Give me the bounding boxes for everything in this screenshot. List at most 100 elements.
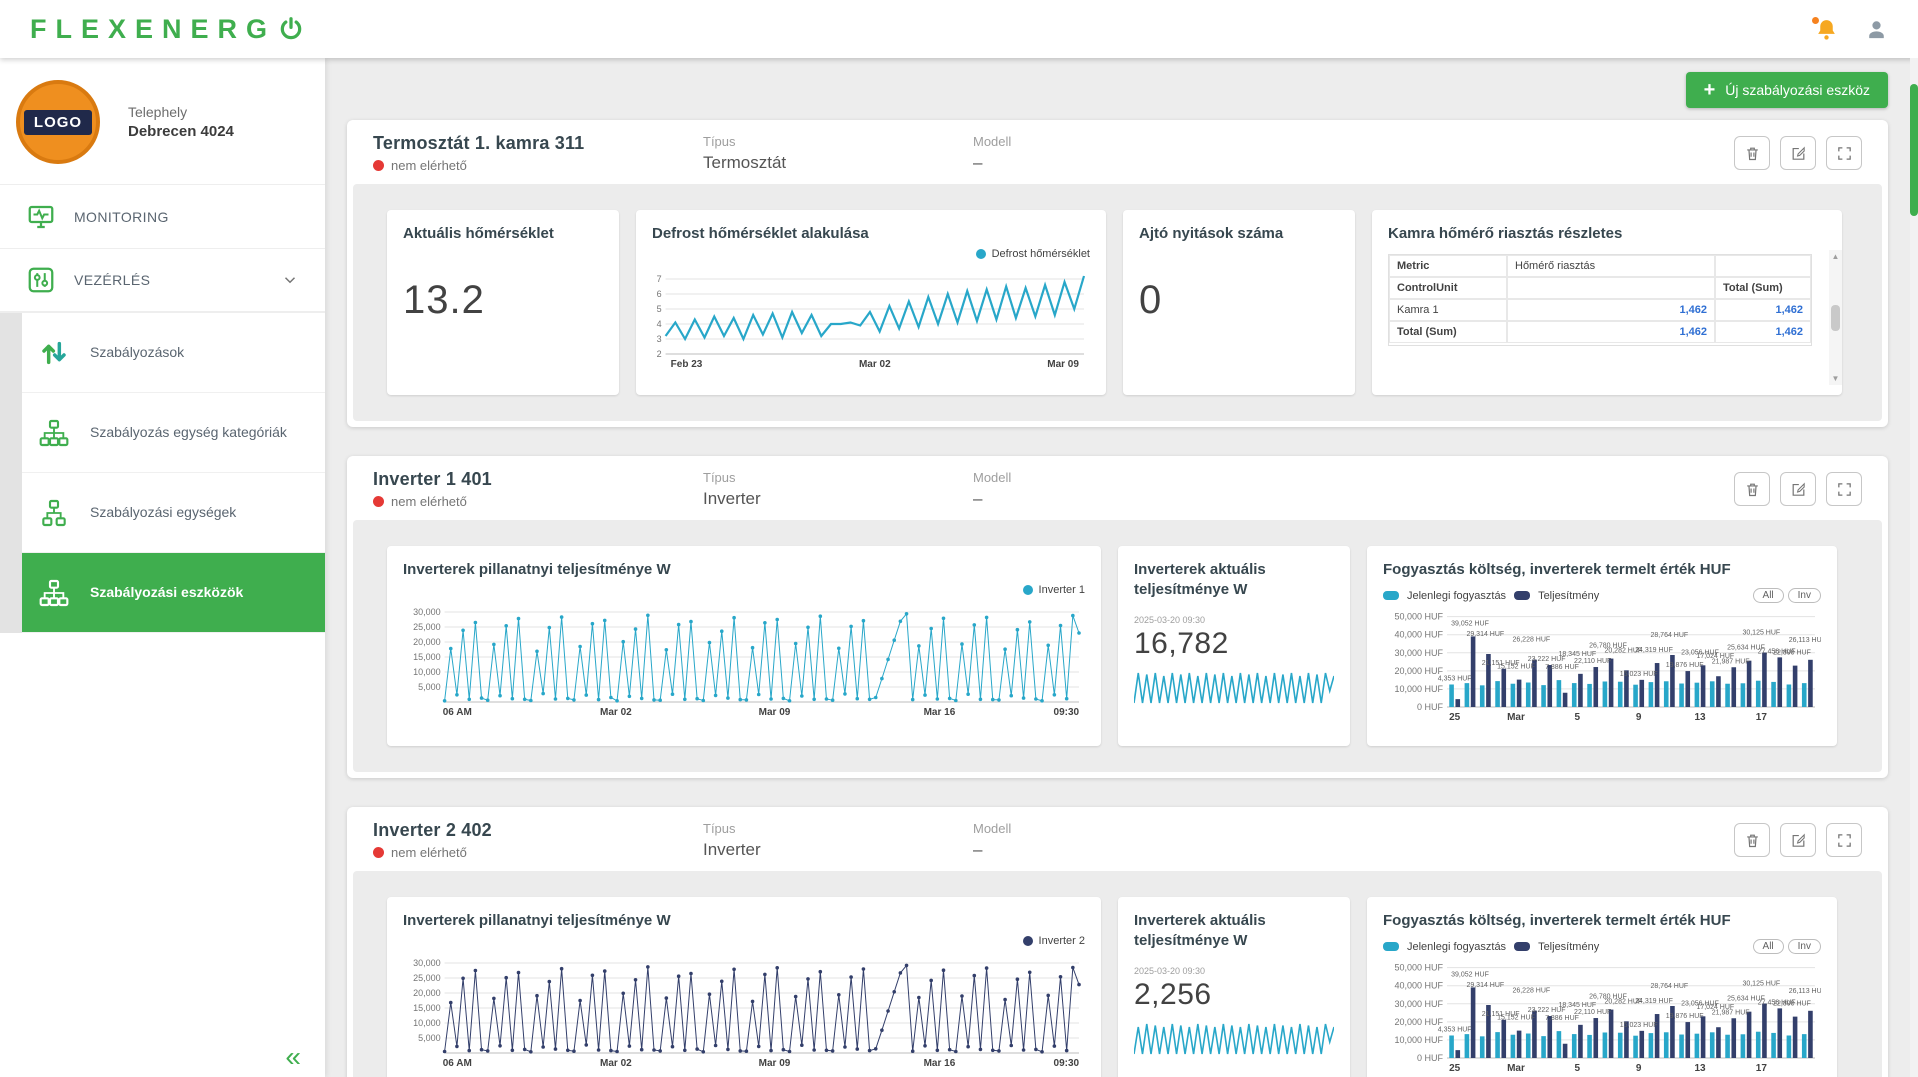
notifications-icon[interactable] [1814,17,1839,42]
svg-text:19,876 HUF: 19,876 HUF [1666,1013,1704,1020]
svg-text:17: 17 [1756,1063,1768,1074]
svg-text:10,000: 10,000 [413,667,441,677]
svg-text:50,000 HUF: 50,000 HUF [1394,963,1443,973]
svg-text:26,113 HUF: 26,113 HUF [1789,988,1821,995]
status-text: nem elérhető [391,158,467,173]
device-card-inverter-2: Inverter 2 402 nem elérhető Típus Invert… [347,807,1888,1077]
user-icon[interactable] [1865,18,1888,41]
table-scrollbar[interactable]: ▲ ▼ [1829,250,1842,385]
status-dot-offline [373,847,384,858]
svg-text:30,000: 30,000 [413,607,441,617]
panel-title: Inverterek pillanatnyi teljesítménye W [403,560,1085,580]
chevron-down-icon [281,271,299,289]
panel-title: Defrost hőmérséklet alakulása [652,224,1090,244]
filter-inv-button[interactable]: Inv [1788,939,1821,954]
type-value: Inverter [703,840,973,860]
svg-text:7,886 HUF: 7,886 HUF [1545,664,1579,671]
panel-title: Fogyasztás költség, inverterek termelt é… [1383,560,1821,580]
svg-text:06 AM: 06 AM [443,707,472,718]
pencil-icon [1790,481,1807,498]
svg-text:Mar: Mar [1507,712,1525,723]
status-dot-offline [373,160,384,171]
table-cell[interactable]: 1,462 [1715,299,1811,321]
panel-title: Aktuális hőmérséklet [403,224,603,244]
legend-swatch [1514,942,1530,951]
sidebar-item-vezerles[interactable]: VEZÉRLÉS [0,248,325,312]
power-sparkline [1134,669,1334,705]
temperature-value: 13.2 [403,278,603,323]
svg-text:15,023 HUF: 15,023 HUF [1620,1022,1658,1029]
sidebar-item-label: Szabályozási egységek [90,504,236,522]
device-card-termosztat: Termosztát 1. kamra 311 nem elérhető Típ… [347,120,1888,427]
delete-button[interactable] [1734,136,1770,170]
pencil-icon [1790,832,1807,849]
scroll-up-icon[interactable]: ▲ [1832,252,1840,261]
panel-current-power: Inverterek aktuális teljesítménye W 2025… [1118,897,1350,1077]
svg-text:09:30: 09:30 [1054,1058,1080,1069]
add-device-button[interactable]: + Új szabályozási eszköz [1686,72,1888,108]
table-cell: Total (Sum) [1389,321,1507,343]
expand-button[interactable] [1826,136,1862,170]
filter-all-button[interactable]: All [1753,939,1784,954]
sidebar-item-label: Szabályozási eszközök [90,584,243,602]
scrollbar[interactable] [1910,58,1918,1077]
monitor-icon [26,202,56,232]
scroll-thumb[interactable] [1831,305,1840,331]
table-cell: Total (Sum) [1715,277,1811,299]
legend-dot [976,249,986,259]
svg-text:17: 17 [1756,712,1768,723]
svg-text:4: 4 [657,319,662,329]
svg-text:13: 13 [1694,712,1706,723]
svg-text:25: 25 [1449,1063,1461,1074]
current-power-value: 2,256 [1134,978,1334,1012]
scroll-down-icon[interactable]: ▼ [1832,374,1840,383]
expand-button[interactable] [1826,823,1862,857]
site-logo-text: LOGO [24,110,92,135]
svg-text:9: 9 [1636,712,1642,723]
sidebar-item-szabalyozasi-egysegek[interactable]: Szabályozási egységek [22,473,325,553]
sidebar-item-monitoring[interactable]: MONITORING [0,184,325,248]
svg-text:6: 6 [657,289,662,299]
consumption-bar-chart: 0 HUF10,000 HUF20,000 HUF30,000 HUF40,00… [1383,956,1821,1074]
table-cell: Kamra 1 [1389,299,1507,321]
svg-text:15,000: 15,000 [413,652,441,662]
svg-text:5,000: 5,000 [418,682,441,692]
svg-text:Mar 16: Mar 16 [924,1058,956,1069]
power-icon [278,16,304,42]
svg-text:15,023 HUF: 15,023 HUF [1620,671,1658,678]
table-cell[interactable]: 1,462 [1507,321,1715,343]
edit-button[interactable] [1780,823,1816,857]
legend-swatch [1383,591,1399,600]
svg-text:Mar 09: Mar 09 [759,707,791,718]
svg-text:4,353 HUF: 4,353 HUF [1438,676,1472,683]
sidebar-item-szabalyozasok[interactable]: Szabályozások [22,313,325,393]
sidebar-collapse-button[interactable]: « [285,1043,301,1071]
edit-button[interactable] [1780,136,1816,170]
filter-all-button[interactable]: All [1753,588,1784,603]
alarm-table: MetricHőmérő riasztásControlUnitTotal (S… [1388,254,1812,346]
status-dot-offline [373,496,384,507]
panel-alarm-table: Kamra hőmérő riasztás részletes MetricHő… [1372,210,1842,395]
table-cell[interactable]: 1,462 [1507,299,1715,321]
model-caption: Modell [973,134,1243,149]
brand-logo[interactable]: FLEXENERG [30,14,304,45]
sidebar-item-szabalyozasi-eszkozok[interactable]: Szabályozási eszközök [22,553,325,633]
svg-text:30,000: 30,000 [413,958,441,968]
card-header: Inverter 1 401 nem elérhető Típus Invert… [347,456,1888,520]
filter-inv-button[interactable]: Inv [1788,588,1821,603]
svg-text:10,000: 10,000 [413,1018,441,1028]
delete-button[interactable] [1734,472,1770,506]
delete-button[interactable] [1734,823,1770,857]
svg-text:50,000 HUF: 50,000 HUF [1394,612,1443,622]
svg-text:Mar 02: Mar 02 [859,359,891,370]
table-cell[interactable]: 1,462 [1715,321,1811,343]
card-body: Aktuális hőmérséklet 13.2 Defrost hőmérs… [353,184,1882,421]
legend-swatch [1514,591,1530,600]
svg-text:Mar 02: Mar 02 [600,1058,632,1069]
sidebar-item-szabalyozas-egyseg-kategoriak[interactable]: Szabályozás egység kategóriák [22,393,325,473]
expand-button[interactable] [1826,472,1862,506]
scrollbar-thumb[interactable] [1910,84,1918,216]
edit-button[interactable] [1780,472,1816,506]
svg-text:7: 7 [657,274,662,284]
legend-label: Inverter 2 [1039,935,1085,947]
